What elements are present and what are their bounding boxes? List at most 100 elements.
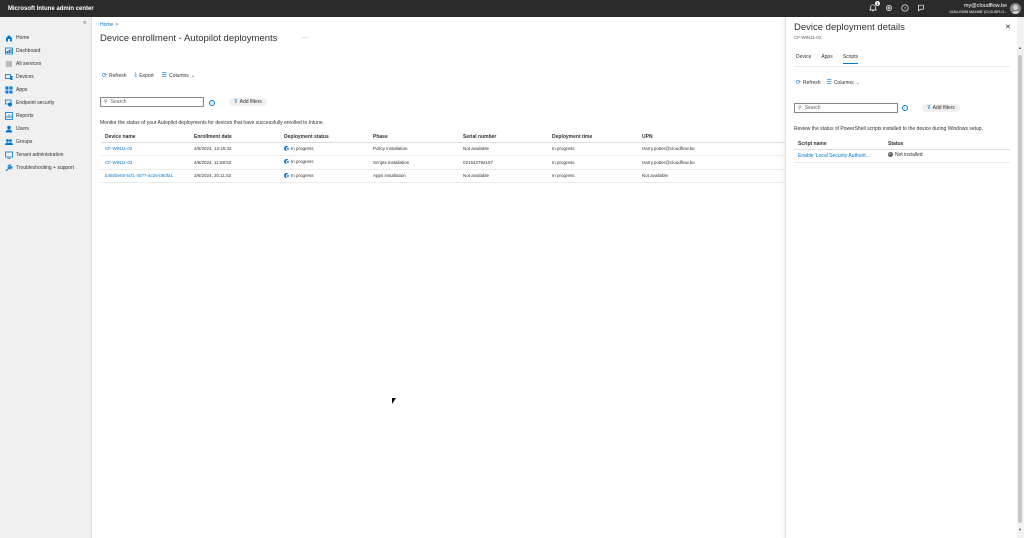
column-header[interactable]: Serial number: [459, 133, 548, 143]
add-filters-label: Add filters: [932, 105, 955, 111]
main-content: Home > Device enrollment - Autopilot depl…: [92, 17, 785, 538]
avatar[interactable]: [1010, 3, 1021, 14]
all-services-icon: [5, 60, 13, 68]
panel-columns-button[interactable]: ☰ Columns ⌄: [826, 79, 860, 87]
breadcrumb-home[interactable]: Home: [100, 22, 113, 28]
sidebar-item-all-services[interactable]: All services: [5, 57, 74, 70]
columns-button[interactable]: ☰ Columns ⌄: [161, 72, 195, 80]
panel-toolbar: ⟳ Refresh ☰ Columns ⌄: [796, 79, 860, 87]
in-progress-icon: [284, 145, 290, 151]
serial-number: Not available: [459, 169, 548, 183]
column-header[interactable]: Deployment status: [280, 133, 369, 143]
refresh-label: Refresh: [109, 72, 127, 79]
status-text: In progress: [291, 172, 314, 178]
tab-scripts[interactable]: Scripts: [842, 54, 858, 64]
panel-scrollbar[interactable]: ▲ ▼: [1017, 17, 1024, 538]
refresh-icon: ⟳: [102, 73, 108, 79]
status-text: In progress: [291, 145, 314, 151]
refresh-button[interactable]: ⟳ Refresh: [102, 72, 127, 80]
columns-icon: ☰: [826, 80, 832, 86]
table-row[interactable]: Enable 'Local Security Authorit... Not i…: [794, 149, 1010, 163]
table-row[interactable]: CF-WIN11-03 4/6/2024, 11:58:52 In progre…: [101, 155, 785, 170]
enrollment-date: 4/6/2024, 11:58:52: [190, 155, 280, 170]
device-name-link[interactable]: CF-WIN11-03: [101, 155, 190, 170]
panel-add-filters-button[interactable]: ⊽ Add filters: [922, 104, 960, 112]
account-info[interactable]: my@cloudflow.be GUILLEMIN MAXIME (CLOUDF…: [949, 3, 1007, 15]
columns-label: Columns: [833, 79, 854, 86]
page-description: Monitor the status of your Autopilot dep…: [100, 120, 325, 126]
sidebar-item-label: All services: [16, 60, 42, 67]
panel-title: Device deployment details: [794, 22, 905, 33]
device-name-link[interactable]: b492be55-5cf1-4077-ac26-b60fa1: [101, 169, 190, 183]
phase: Scripts installation: [369, 155, 459, 170]
sidebar-item-reports[interactable]: Reports: [5, 109, 74, 122]
sidebar-item-users[interactable]: Users: [5, 122, 74, 135]
collapse-sidebar-icon[interactable]: «: [83, 20, 86, 26]
column-header[interactable]: Script name: [794, 139, 884, 150]
info-icon[interactable]: i: [209, 100, 215, 106]
chevron-down-icon: ⌄: [190, 72, 195, 79]
sidebar-item-label: Home: [16, 34, 30, 41]
sidebar-item-home[interactable]: Home: [5, 31, 74, 44]
table-row[interactable]: CF-WIN11-02 4/6/2024, 12:16:32 In progre…: [101, 142, 785, 156]
script-name-link[interactable]: Enable 'Local Security Authorit...: [794, 149, 884, 163]
info-icon[interactable]: i: [902, 105, 908, 111]
app-title[interactable]: Microsoft Intune admin center: [8, 6, 94, 12]
notifications-icon[interactable]: 1: [868, 1, 880, 13]
column-header[interactable]: Device name: [101, 133, 190, 143]
tab-apps[interactable]: Apps: [821, 54, 832, 64]
column-header[interactable]: Deployment time: [548, 133, 638, 143]
main-toolbar: ⟳ Refresh ⤓ Export ☰ Columns ⌄: [102, 72, 195, 79]
chevron-down-icon: ⌄: [855, 79, 860, 86]
sidebar-item-apps[interactable]: Apps: [5, 83, 74, 96]
table-header-row: Script name Status: [794, 139, 1010, 150]
scroll-up-icon[interactable]: ▲: [1018, 45, 1022, 50]
device-name-link[interactable]: CF-WIN11-02: [101, 142, 190, 156]
search-icon: ⚲: [104, 99, 108, 105]
tab-device[interactable]: Device: [796, 54, 811, 64]
sidebar-nav: Home Dashboard All services Devices Apps…: [5, 31, 74, 174]
table-row[interactable]: b492be55-5cf1-4077-ac26-b60fa1 3/6/2024,…: [101, 169, 785, 183]
devices-icon: [5, 73, 13, 81]
chevron-right-icon: >: [115, 22, 119, 28]
sidebar-item-troubleshooting[interactable]: Troubleshooting + support: [5, 161, 74, 174]
sidebar-item-devices[interactable]: Devices: [5, 70, 74, 83]
deployment-time: In progress: [548, 155, 638, 170]
column-header[interactable]: Phase: [369, 133, 459, 143]
export-button[interactable]: ⤓ Export: [135, 72, 154, 79]
column-header[interactable]: Status: [884, 139, 1010, 150]
panel-search-input[interactable]: ⚲ Search: [794, 103, 898, 113]
add-filters-label: Add filters: [239, 99, 262, 105]
close-icon[interactable]: ✕: [1005, 23, 1011, 31]
panel-refresh-button[interactable]: ⟳ Refresh: [796, 79, 821, 87]
more-options-icon[interactable]: ···: [302, 35, 308, 41]
sidebar-item-groups[interactable]: Groups: [5, 135, 74, 148]
scroll-down-icon[interactable]: ▼: [1018, 527, 1022, 532]
scroll-thumb[interactable]: [1018, 55, 1022, 523]
panel-subtitle: CF-WIN11-02: [794, 35, 822, 40]
sidebar-item-dashboard[interactable]: Dashboard: [5, 44, 74, 57]
in-progress-icon: [284, 159, 290, 165]
phase: Policy installation: [369, 142, 459, 156]
sidebar-item-tenant-administration[interactable]: Tenant administration: [5, 148, 74, 161]
home-icon: [5, 34, 13, 42]
search-placeholder: Search: [804, 105, 821, 111]
search-input[interactable]: ⚲ Search: [100, 97, 204, 107]
status-text: Not installed: [895, 151, 923, 158]
mouse-cursor-icon: [392, 398, 396, 404]
settings-gear-icon[interactable]: [884, 3, 894, 13]
column-header[interactable]: Enrollment date: [190, 133, 280, 143]
column-header[interactable]: UPN: [638, 133, 785, 143]
enrollment-date: 3/6/2024, 20:11:52: [190, 169, 280, 183]
reports-icon: [5, 111, 13, 120]
columns-icon: ☰: [161, 73, 168, 79]
notification-badge: 1: [875, 1, 880, 6]
sidebar-item-endpoint-security[interactable]: Endpoint security: [5, 96, 74, 109]
tabs-divider: [794, 66, 1010, 67]
add-filters-button[interactable]: ⊽ Add filters: [229, 98, 267, 106]
help-icon[interactable]: ?: [900, 3, 910, 13]
sidebar-item-label: Groups: [16, 138, 33, 145]
feedback-icon[interactable]: [916, 3, 926, 13]
in-progress-icon: [284, 172, 290, 178]
upn: Harry.potter@cloudflow.be: [638, 142, 785, 156]
